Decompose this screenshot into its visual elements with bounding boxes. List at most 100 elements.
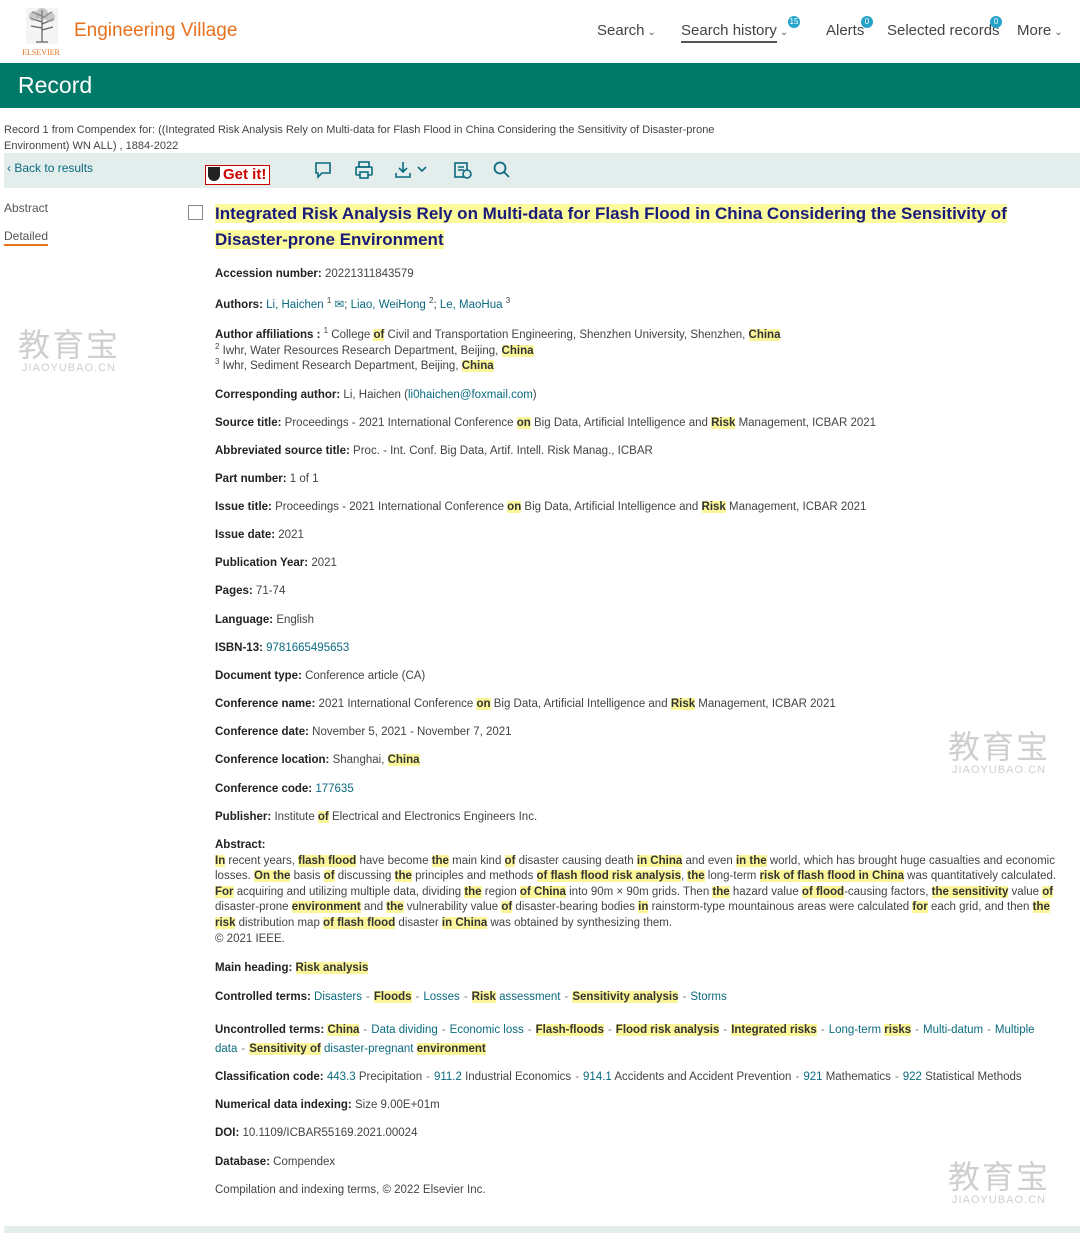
- select-record-checkbox[interactable]: [188, 205, 203, 220]
- term-link[interactable]: China: [327, 1024, 360, 1036]
- classification-code-link[interactable]: 914.1: [583, 1071, 612, 1083]
- term-text: Flood risk analysis: [615, 1024, 720, 1036]
- term-separator: -: [564, 991, 569, 1003]
- classification-code-link[interactable]: 443.3: [327, 1071, 356, 1083]
- abstract-segment: the: [464, 885, 482, 898]
- language-field: Language: English: [215, 614, 315, 626]
- abstract-segment: disaster-prone: [215, 901, 292, 914]
- abstract-segment: and: [360, 901, 387, 914]
- email-link[interactable]: li0haichen@foxmail.com: [408, 389, 533, 401]
- search-history-badge: 15: [788, 16, 800, 28]
- abstract-segment: risk of flash flood in China: [759, 870, 904, 883]
- abstract-segment: -causing factors,: [844, 885, 932, 898]
- back-to-results-link[interactable]: ‹ Back to results: [7, 161, 93, 175]
- term-separator: -: [426, 1071, 430, 1083]
- print-icon[interactable]: [354, 160, 374, 180]
- term-link[interactable]: Disasters: [314, 991, 362, 1003]
- elsevier-logo-icon[interactable]: ELSEVIER: [16, 6, 66, 58]
- term-text: Storms: [690, 991, 727, 1003]
- term-link[interactable]: Losses: [423, 991, 459, 1003]
- conference-code-field: Conference code: 177635: [215, 783, 354, 795]
- comment-icon[interactable]: [313, 160, 333, 180]
- classification-code-link[interactable]: 921: [803, 1071, 822, 1083]
- term-link[interactable]: Integrated risks: [731, 1024, 817, 1036]
- term-link[interactable]: Flood risk analysis: [615, 1024, 720, 1036]
- conference-date-field: Conference date: November 5, 2021 - Nove…: [215, 726, 512, 738]
- abstract-segment: principles and methods: [411, 870, 537, 883]
- nav-search-history[interactable]: Search history ⌄: [681, 22, 788, 43]
- term-separator: -: [682, 991, 687, 1003]
- abstract-segment: risk: [215, 916, 236, 929]
- top-navigation: ELSEVIER Engineering Village Search ⌄ Sea…: [0, 0, 1080, 63]
- abstract-segment: for: [912, 901, 928, 914]
- get-it-button[interactable]: Get it!: [205, 165, 271, 185]
- cite-icon[interactable]: [453, 160, 473, 180]
- term-text: Disasters: [314, 991, 362, 1003]
- record-toolbar: ‹ Back to results Get it!: [4, 153, 1080, 188]
- abstract-segment: distribution map: [235, 916, 324, 929]
- term-link[interactable]: Long-term risks: [829, 1024, 912, 1036]
- download-icon[interactable]: [394, 160, 432, 180]
- term-separator: -: [527, 1024, 532, 1036]
- classification-code-link[interactable]: 922: [903, 1071, 922, 1083]
- abstract-segment: hazard value: [729, 885, 802, 898]
- term-separator: -: [363, 1024, 368, 1036]
- sidebar-item-detailed[interactable]: Detailed: [4, 229, 49, 246]
- get-it-label: Get it!: [223, 166, 267, 183]
- abstract-segment: of flash flood risk analysis: [536, 870, 681, 883]
- term-text: Integrated risks: [731, 1024, 817, 1036]
- term-link[interactable]: Data dividing: [371, 1024, 437, 1036]
- term-link[interactable]: Multi-datum: [923, 1024, 983, 1036]
- database-field: Database: Compendex: [215, 1156, 336, 1168]
- brand-name[interactable]: Engineering Village: [74, 20, 237, 42]
- nav-selected-records[interactable]: Selected records: [887, 22, 1000, 39]
- email-icon[interactable]: ✉: [335, 299, 345, 311]
- author-link[interactable]: Le, MaoHua: [440, 299, 503, 311]
- nav-search[interactable]: Search ⌄: [597, 22, 656, 39]
- term-text: Risk: [471, 991, 496, 1003]
- main-heading-field: Main heading: Risk analysis: [215, 962, 369, 974]
- pages-field: Pages: 71-74: [215, 585, 286, 597]
- author-link[interactable]: Li, Haichen: [266, 299, 324, 311]
- term-link[interactable]: Flash-floods: [535, 1024, 604, 1036]
- back-label: Back to results: [14, 161, 94, 175]
- abstract-text: In recent years, flash flood have become…: [215, 854, 1065, 932]
- nav-alerts[interactable]: Alerts: [826, 22, 864, 39]
- author-link[interactable]: Liao, WeiHong: [351, 299, 426, 311]
- abstract-segment: the: [687, 870, 705, 883]
- term-link[interactable]: Storms: [690, 991, 726, 1003]
- classification-name: Industrial Economics: [461, 1071, 572, 1083]
- classification-code-link[interactable]: 911.2: [434, 1071, 462, 1083]
- term-link[interactable]: Floods: [373, 991, 412, 1003]
- term-text: Data dividing: [371, 1024, 438, 1036]
- svg-text:ELSEVIER: ELSEVIER: [22, 48, 60, 57]
- main-heading-link[interactable]: Risk analysis: [295, 962, 369, 974]
- classification-name: Precipitation: [355, 1071, 423, 1083]
- publisher-field: Publisher: Institute of Electrical and E…: [215, 811, 538, 823]
- sidebar-item-abstract[interactable]: Abstract: [4, 201, 48, 215]
- abstract-segment: of: [501, 901, 513, 914]
- term-separator: -: [241, 1043, 246, 1055]
- abstract-segment: was quantitatively calculated.: [903, 870, 1057, 883]
- term-separator: -: [894, 1071, 899, 1083]
- term-link[interactable]: Economic loss: [450, 1024, 524, 1036]
- uncontrolled-terms-field: Uncontrolled terms: China - Data dividing -…: [215, 1024, 1035, 1055]
- term-link[interactable]: Sensitivity of disaster-pregnant environ…: [249, 1043, 486, 1055]
- issue-date-field: Issue date: 2021: [215, 529, 304, 541]
- term-separator: -: [915, 1024, 919, 1036]
- term-link[interactable]: Sensitivity analysis: [572, 991, 679, 1003]
- term-separator: -: [365, 991, 370, 1003]
- term-link[interactable]: Risk assessment: [471, 991, 561, 1003]
- abstract-segment: disaster-bearing bodies: [512, 901, 639, 914]
- compilation-note: Compilation and indexing terms, © 2022 E…: [215, 1184, 486, 1196]
- classification-name: Accidents and Accident Prevention: [611, 1071, 792, 1083]
- abstract-segment: disaster: [395, 916, 442, 929]
- term-text: China: [327, 1024, 360, 1036]
- abstract-segment: environment: [291, 901, 361, 914]
- nav-more[interactable]: More ⌄: [1017, 22, 1063, 39]
- term-text: risks: [884, 1024, 912, 1036]
- conference-code-link[interactable]: 177635: [315, 783, 353, 795]
- record-title[interactable]: Integrated Risk Analysis Rely on Multi-d…: [215, 201, 1065, 253]
- isbn-link[interactable]: 9781665495653: [266, 642, 349, 654]
- search-icon[interactable]: [492, 160, 512, 180]
